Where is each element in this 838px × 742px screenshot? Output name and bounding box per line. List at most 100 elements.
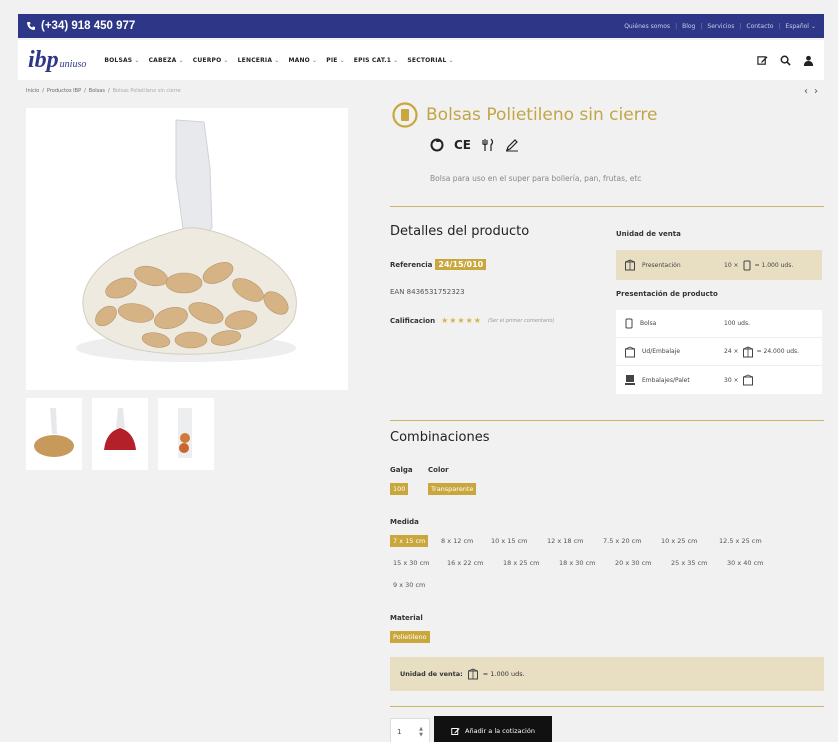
quantity-stepper[interactable]: 1 ▲ ▼ [390,718,430,742]
ce-mark: CE [454,138,472,152]
medida-option[interactable]: 16 x 22 cm [444,557,487,569]
sales-unit-summary: Unidad de venta: = 1.000 uds. [390,657,824,691]
add-to-quote-button[interactable]: Añadir a la cotización [434,716,552,742]
sales-unit-qty: 10 × [724,261,739,269]
logo-main: ibp [28,46,59,73]
main-header: ibp uniuso BOLSAS ⌄ CABEZA ⌄ CUERPO ⌄ LENCE… [18,40,824,80]
medida-option[interactable]: 10 x 15 cm [488,535,531,547]
product-title: Bolsas Polietileno sin cierre [426,105,658,125]
main-content: Inicio / Productos IBP / Bolsas / Bolsas Po… [18,82,824,742]
next-product-icon[interactable]: › [814,86,818,97]
medida-option[interactable]: 18 x 30 cm [556,557,599,569]
top-link-blog[interactable]: Blog [682,23,695,30]
box-icon [742,346,753,357]
rating-label: Calificacion [390,316,436,325]
medida-option[interactable]: 7 x 15 cm [390,535,429,547]
search-icon[interactable] [780,55,791,66]
medida-option[interactable]: 12 x 18 cm [544,535,587,547]
breadcrumb-products[interactable]: Productos IBP [47,88,81,94]
phone-icon [27,22,35,30]
logo[interactable]: ibp uniuso [28,47,86,74]
sales-unit-summary-value: = 1.000 uds. [482,670,525,678]
divider [390,420,824,421]
ean-code: EAN 8436531752323 [390,288,465,296]
medida-option[interactable]: 30 x 40 cm [724,557,767,569]
material-option[interactable]: Polietileno [390,631,430,643]
nav-sectorial[interactable]: SECTORIAL ⌄ [407,57,453,64]
carton-icon [742,374,753,386]
add-to-quote-label: Añadir a la cotización [465,727,535,735]
first-comment-link[interactable]: (Ser el primer comentario) [488,318,555,324]
logo-sub: uniuso [59,58,87,70]
chevron-down-icon: ⌄ [223,56,229,64]
breadcrumb-bags[interactable]: Bolsas [89,88,105,94]
divider [390,706,824,707]
thumbnail-3[interactable] [158,398,214,470]
combinations-title: Combinaciones [390,430,490,445]
thumbnail-1[interactable] [26,398,82,470]
sales-unit-label: Presentación [642,261,681,269]
carton-icon [625,346,635,357]
medida-option[interactable]: 20 x 30 cm [612,557,655,569]
bag-icon [625,318,633,329]
medida-option[interactable]: 18 x 25 cm [500,557,543,569]
user-icon[interactable] [803,55,814,66]
box-icon [625,259,635,271]
medida-option[interactable]: 9 x 30 cm [390,579,428,591]
chevron-down-icon[interactable]: ▼ [419,732,423,738]
thumbnail-bag-red [104,408,136,450]
chevron-down-icon: ⌄ [339,56,345,64]
rating-stars[interactable]: ★★★★★ [441,316,482,325]
medida-option[interactable]: 12.5 x 25 cm [716,535,765,547]
sales-unit-row: Presentación 10 × = 1.000 uds. [616,250,822,280]
pen-icon [506,139,519,152]
top-link-about[interactable]: Quiénes somos [624,23,670,30]
phone-number: (+34) 918 450 977 [41,20,136,32]
details-title: Detalles del producto [390,224,530,239]
top-link-contact[interactable]: Contacto [746,23,773,30]
chevron-down-icon: ⌄ [393,56,399,64]
medida-option[interactable]: 7.5 x 20 cm [600,535,645,547]
thumbnail-2[interactable] [92,398,148,470]
reference-badge: 24/15/010 [435,259,487,270]
product-description: Bolsa para uso en el super para bollería… [430,174,642,183]
nav-lenceria[interactable]: LENCERIA ⌄ [238,57,280,64]
box-icon [467,668,478,680]
nav-mano[interactable]: MANO ⌄ [288,57,317,64]
chevron-down-icon: ⌄ [274,56,280,64]
bag-category-icon [392,102,418,128]
nav-pie[interactable]: PIE ⌄ [326,57,345,64]
thumbnail-bag-fruit [178,408,192,458]
pallet-icon [625,375,635,385]
medida-option[interactable]: 25 x 35 cm [668,557,711,569]
edit-icon[interactable] [757,55,768,66]
chevron-down-icon: ⌄ [134,56,140,64]
phone-link[interactable]: (+34) 918 450 977 [26,20,135,32]
material-label: Material [390,614,423,622]
nav-epis[interactable]: EPIS CAT.1 ⌄ [354,57,399,64]
food-safe-icon [482,138,494,151]
table-row: Embalajes/Palet 30 × [616,366,822,394]
galga-option[interactable]: 100 [390,483,409,495]
color-label: Color [428,466,449,474]
bag-icon [743,260,751,270]
color-option[interactable]: Transparente [428,483,477,495]
nav-cabeza[interactable]: CABEZA ⌄ [149,57,184,64]
medida-option[interactable]: 10 x 25 cm [658,535,701,547]
medida-option[interactable]: 15 x 30 cm [390,557,433,569]
galga-label: Galga [390,466,413,474]
prev-product-icon[interactable]: ‹ [804,86,808,97]
product-main-image[interactable] [26,108,348,390]
language-select[interactable]: Español [785,23,809,30]
table-row: Ud/Embalaje 24 × = 24.000 uds. [616,338,822,366]
breadcrumb: Inicio / Productos IBP / Bolsas / Bolsas Po… [26,88,181,94]
top-link-services[interactable]: Servicios [707,23,734,30]
sales-unit-summary-label: Unidad de venta: [400,670,463,678]
nav-cuerpo[interactable]: CUERPO ⌄ [193,57,229,64]
quantity-value: 1 [397,728,402,736]
nav-bolsas[interactable]: BOLSAS ⌄ [104,57,139,64]
breadcrumb-home[interactable]: Inicio [26,88,39,94]
medida-option[interactable]: 8 x 12 cm [438,535,476,547]
reference-label: Referencia [390,260,433,269]
chevron-down-icon: ⌄ [178,56,184,64]
